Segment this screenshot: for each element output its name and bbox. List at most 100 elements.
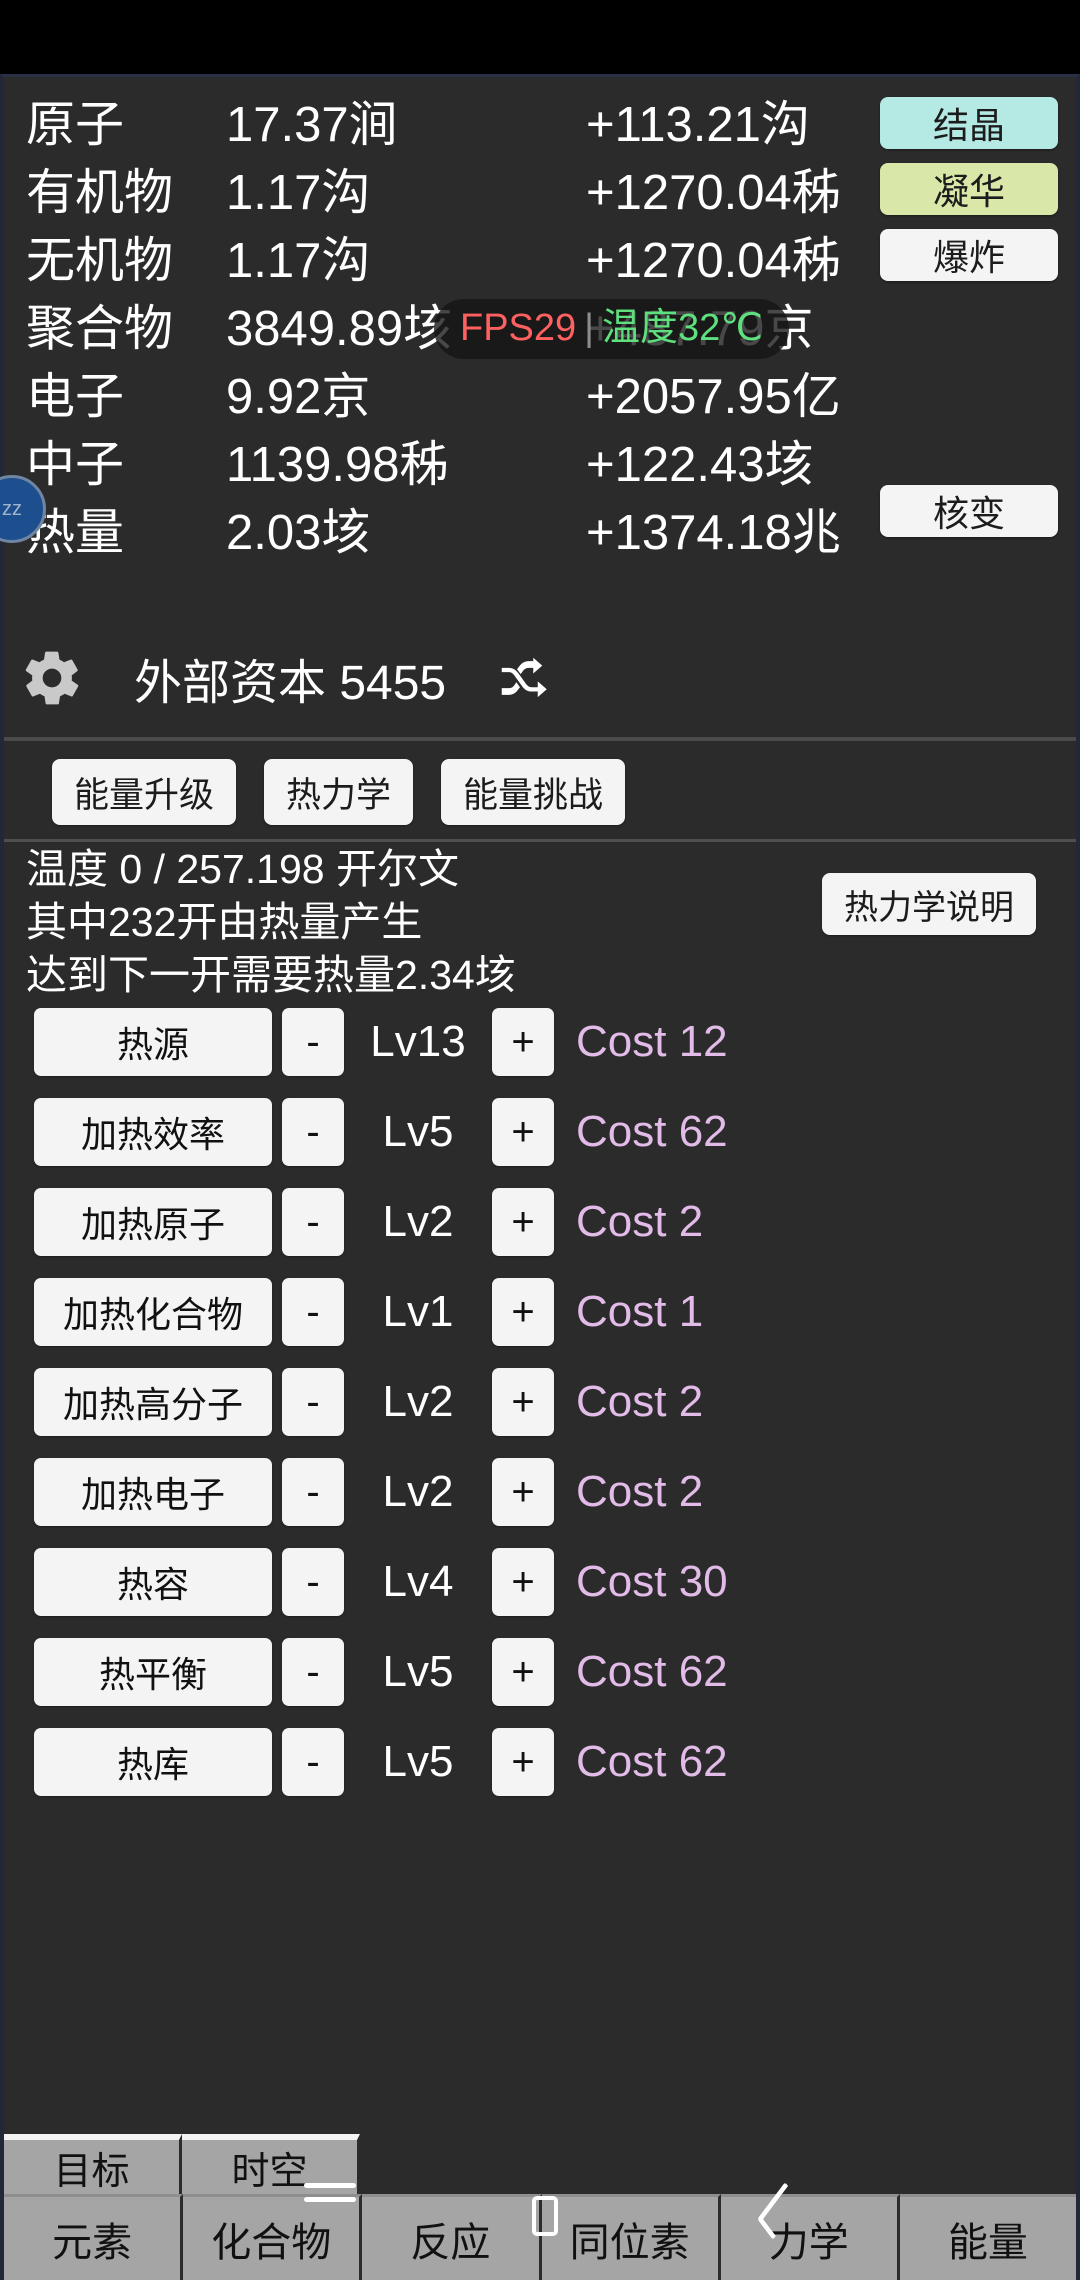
nuclear-fusion-button[interactable]: 核变 <box>880 485 1058 537</box>
nav-mechanics[interactable]: 力学 <box>720 2194 900 2280</box>
upgrade-name-button[interactable]: 加热电子 <box>34 1458 272 1526</box>
upgrade-level: Lv2 <box>382 1197 454 1246</box>
increment-button[interactable]: + <box>492 1188 554 1256</box>
decrement-button[interactable]: - <box>282 1188 344 1256</box>
decrement-button[interactable]: - <box>282 1728 344 1796</box>
nav-isotopes[interactable]: 同位素 <box>541 2194 721 2280</box>
tab-strip: 能量升级 热力学 能量挑战 <box>4 759 1076 837</box>
decrement-button[interactable]: - <box>282 1548 344 1616</box>
resource-name: 电子 <box>26 370 125 424</box>
decrement-button[interactable]: - <box>282 1098 344 1166</box>
external-capital-row: 外部资本 5455 <box>4 637 1076 719</box>
upgrade-cost: Cost 1 <box>576 1287 704 1336</box>
upgrade-cost: Cost 2 <box>576 1467 704 1516</box>
decrement-button[interactable]: - <box>282 1278 344 1346</box>
upgrade-cost: Cost 2 <box>576 1197 704 1246</box>
upgrade-name-button[interactable]: 热源 <box>34 1008 272 1076</box>
temperature-line: 温度 0 / 257.198 开尔文 <box>26 846 459 892</box>
next-kelvin-requirement-line: 达到下一开需要热量2.34垓 <box>26 952 516 998</box>
nav-goals[interactable]: 目标 <box>4 2134 182 2194</box>
nav-elements[interactable]: 元素 <box>4 2194 184 2280</box>
resource-name: 聚合物 <box>26 302 174 356</box>
upgrade-row: 加热效率 - Lv5 + Cost 62 <box>4 1087 1076 1177</box>
upgrade-level: Lv4 <box>382 1557 454 1606</box>
resource-row: 电子 9.92京 +2057.95亿 <box>4 363 1076 431</box>
upgrade-level: Lv2 <box>382 1377 454 1426</box>
resource-rate: +113.21沟 <box>586 98 810 152</box>
resource-amount: 1.17沟 <box>226 234 371 288</box>
decrement-button[interactable]: - <box>282 1638 344 1706</box>
increment-button[interactable]: + <box>492 1008 554 1076</box>
resource-name: 中子 <box>26 438 125 492</box>
game-window: 原子 17.37涧 +113.21沟 有机物 1.17沟 +1270.04秭 无… <box>0 74 1080 2280</box>
increment-button[interactable]: + <box>492 1098 554 1166</box>
increment-button[interactable]: + <box>492 1548 554 1616</box>
status-bar <box>0 0 1080 74</box>
thermodynamics-help-button[interactable]: 热力学说明 <box>822 873 1036 935</box>
increment-button[interactable]: + <box>492 1638 554 1706</box>
tab-strip-underline <box>4 839 1076 842</box>
resource-name: 原子 <box>26 98 125 152</box>
upgrade-name-button[interactable]: 热容 <box>34 1548 272 1616</box>
shuffle-icon[interactable] <box>492 651 552 705</box>
tab-energy-challenge[interactable]: 能量挑战 <box>441 759 626 825</box>
upgrade-level: Lv2 <box>382 1467 454 1516</box>
nav-energy[interactable]: 能量 <box>899 2194 1077 2280</box>
upgrade-cost: Cost 2 <box>576 1377 704 1426</box>
upgrade-name-button[interactable]: 热平衡 <box>34 1638 272 1706</box>
device-temperature: 温度32℃ <box>602 307 763 349</box>
resource-rate: +1374.18兆 <box>586 506 841 560</box>
resource-name: 热量 <box>26 506 125 560</box>
resource-amount: 9.92京 <box>226 370 371 424</box>
upgrade-name-button[interactable]: 加热效率 <box>34 1098 272 1166</box>
gear-icon[interactable] <box>20 646 84 710</box>
nav-spacetime[interactable]: 时空 <box>182 2134 360 2194</box>
upgrade-row: 加热电子 - Lv2 + Cost 2 <box>4 1447 1076 1537</box>
increment-button[interactable]: + <box>492 1458 554 1526</box>
explosion-button[interactable]: 爆炸 <box>880 229 1058 281</box>
increment-button[interactable]: + <box>492 1368 554 1436</box>
primary-nav-bar: 元素 化合物 反应 同位素 力学 能量 <box>4 2194 1077 2280</box>
upgrade-name-button[interactable]: 加热化合物 <box>34 1278 272 1346</box>
resource-rate: +2057.95亿 <box>586 370 841 424</box>
fps-temperature-overlay: FPS29 | 温度32℃ <box>434 299 789 359</box>
decrement-button[interactable]: - <box>282 1458 344 1526</box>
upgrade-cost: Cost 30 <box>576 1557 728 1606</box>
upgrade-level: Lv5 <box>382 1737 454 1786</box>
resource-panel: 原子 17.37涧 +113.21沟 有机物 1.17沟 +1270.04秭 无… <box>0 77 1076 667</box>
resource-amount: 2.03垓 <box>226 506 371 560</box>
deposition-button[interactable]: 凝华 <box>880 163 1058 215</box>
thermodynamics-info: 温度 0 / 257.198 开尔文 其中232开由热量产生 达到下一开需要热量… <box>26 843 516 1002</box>
tab-energy-upgrade[interactable]: 能量升级 <box>52 759 237 825</box>
side-action-buttons: 结晶 凝华 爆炸 核变 <box>880 97 1058 537</box>
upgrade-level: Lv13 <box>370 1017 466 1066</box>
decrement-button[interactable]: - <box>282 1008 344 1076</box>
increment-button[interactable]: + <box>492 1278 554 1346</box>
upgrade-name-button[interactable]: 加热原子 <box>34 1188 272 1256</box>
upgrade-cost: Cost 12 <box>576 1017 728 1066</box>
upgrade-row: 加热原子 - Lv2 + Cost 2 <box>4 1177 1076 1267</box>
resource-rate: +122.43垓 <box>586 438 814 492</box>
external-capital-label: 外部资本 5455 <box>134 657 447 710</box>
secondary-nav-bar: 目标 时空 <box>4 2134 1076 2194</box>
upgrade-level: Lv5 <box>382 1107 454 1156</box>
upgrade-row: 热库 - Lv5 + Cost 62 <box>4 1717 1076 1807</box>
resource-rate: +1270.04秭 <box>586 166 841 220</box>
nav-compounds[interactable]: 化合物 <box>183 2194 363 2280</box>
nav-reactions[interactable]: 反应 <box>362 2194 542 2280</box>
resource-amount: 1.17沟 <box>226 166 371 220</box>
fps-counter: FPS29 <box>460 307 577 349</box>
upgrade-cost: Cost 62 <box>576 1647 728 1696</box>
upgrade-level: Lv1 <box>382 1287 454 1336</box>
tab-thermodynamics[interactable]: 热力学 <box>264 759 414 825</box>
decrement-button[interactable]: - <box>282 1368 344 1436</box>
resource-name: 无机物 <box>26 234 174 288</box>
upgrade-list: 热源 - Lv13 + Cost 12 加热效率 - Lv5 + Cost 62… <box>4 997 1076 1807</box>
upgrade-name-button[interactable]: 热库 <box>34 1728 272 1796</box>
phone-screen: 原子 17.37涧 +113.21沟 有机物 1.17沟 +1270.04秭 无… <box>0 0 1080 2280</box>
resource-amount: 1139.98秭 <box>226 438 449 492</box>
upgrade-name-button[interactable]: 加热高分子 <box>34 1368 272 1436</box>
panel-divider <box>4 737 1076 741</box>
increment-button[interactable]: + <box>492 1728 554 1796</box>
crystallize-button[interactable]: 结晶 <box>880 97 1058 149</box>
